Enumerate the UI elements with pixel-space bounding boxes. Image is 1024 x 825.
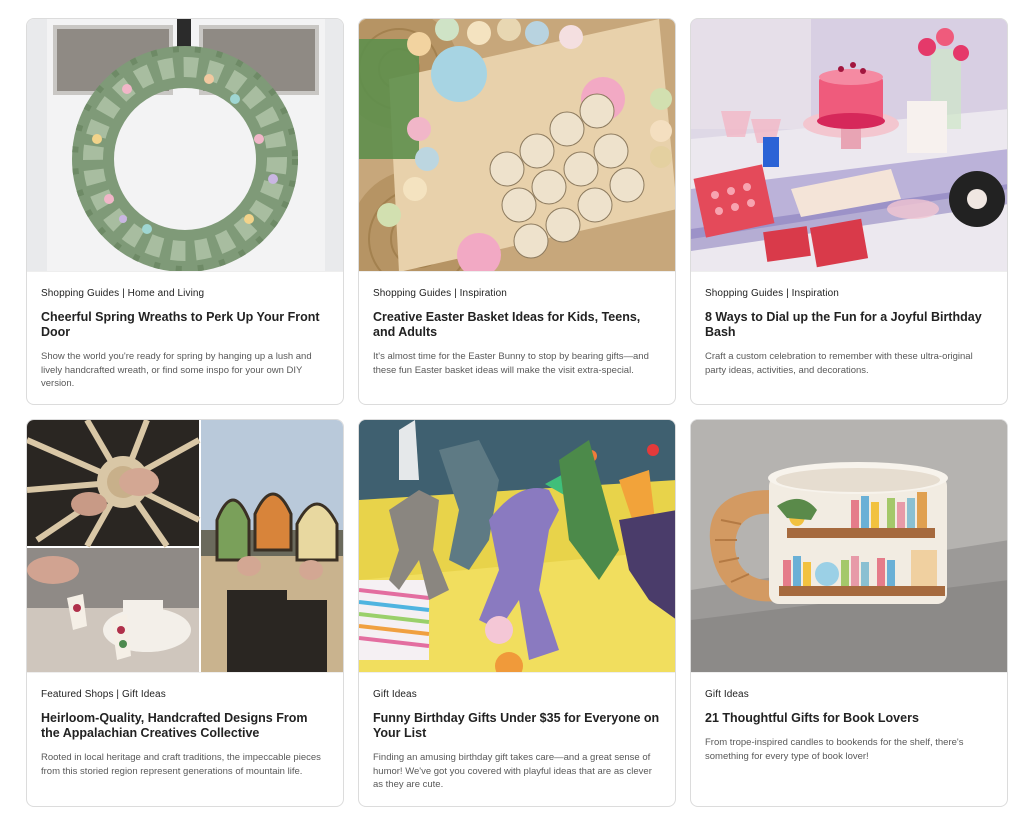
article-card-appalachian-creatives[interactable]: Featured Shops | Gift Ideas Heirloom-Qua… xyxy=(26,419,344,807)
bookshelf-mug-image[interactable] xyxy=(691,420,1007,673)
article-title[interactable]: 21 Thoughtful Gifts for Book Lovers xyxy=(705,711,993,726)
article-title[interactable]: 8 Ways to Dial up the Fun for a Joyful B… xyxy=(705,310,993,340)
article-title[interactable]: Heirloom-Quality, Handcrafted Designs Fr… xyxy=(41,711,329,741)
article-card-easter-baskets[interactable]: Shopping Guides | Inspiration Creative E… xyxy=(358,18,676,405)
article-description: From trope-inspired candles to bookends … xyxy=(705,737,964,762)
appalachian-crafts-collage-image[interactable] xyxy=(27,420,343,673)
article-category: Shopping Guides | Inspiration xyxy=(705,288,839,299)
article-description: Finding an amusing birthday gift takes c… xyxy=(373,752,652,790)
article-card-birthday-bash[interactable]: Shopping Guides | Inspiration 8 Ways to … xyxy=(690,18,1008,405)
article-category: Featured Shops | Gift Ideas xyxy=(41,689,166,700)
article-card-spring-wreaths[interactable]: Shopping Guides | Home and Living Cheerf… xyxy=(26,18,344,405)
article-title[interactable]: Cheerful Spring Wreaths to Perk Up Your … xyxy=(41,310,329,340)
easter-tokens-image[interactable] xyxy=(359,19,675,272)
article-category: Gift Ideas xyxy=(373,689,417,700)
article-category: Shopping Guides | Inspiration xyxy=(373,288,507,299)
article-category: Gift Ideas xyxy=(705,689,749,700)
birthday-party-table-image[interactable] xyxy=(691,19,1007,272)
article-description: Show the world you're ready for spring b… xyxy=(41,351,312,389)
spring-wreath-image[interactable] xyxy=(27,19,343,272)
article-title[interactable]: Creative Easter Basket Ideas for Kids, T… xyxy=(373,310,661,340)
article-description: Rooted in local heritage and craft tradi… xyxy=(41,752,321,777)
article-description: Craft a custom celebration to remember w… xyxy=(705,351,973,376)
article-card-funny-birthday-gifts[interactable]: Gift Ideas Funny Birthday Gifts Under $3… xyxy=(358,419,676,807)
article-category: Shopping Guides | Home and Living xyxy=(41,288,205,299)
party-dinosaurs-image[interactable] xyxy=(359,420,675,673)
article-description: It's almost time for the Easter Bunny to… xyxy=(373,351,649,376)
article-card-book-lover-gifts[interactable]: Gift Ideas 21 Thoughtful Gifts for Book … xyxy=(690,419,1008,807)
article-title[interactable]: Funny Birthday Gifts Under $35 for Every… xyxy=(373,711,661,741)
